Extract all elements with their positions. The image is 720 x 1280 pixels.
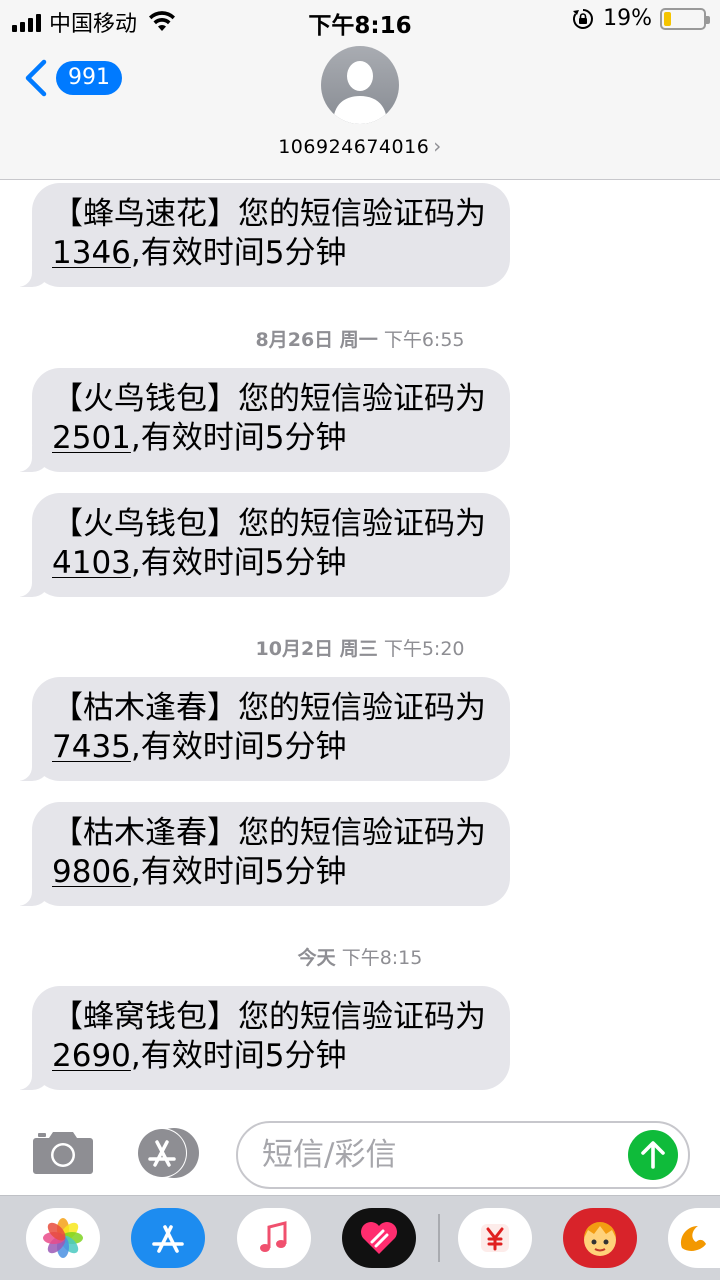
unread-count-badge: 991	[56, 61, 122, 95]
message-input[interactable]	[262, 1123, 622, 1187]
timestamp: 10月2日 周三 下午5:20	[0, 634, 720, 661]
message-text: 【蜂窝钱包】您的短信验证码为	[52, 999, 486, 1035]
camera-button[interactable]	[32, 1129, 94, 1175]
app-store-button[interactable]	[134, 1127, 200, 1179]
battery-icon	[660, 7, 710, 30]
timestamp-date: 8月26日 周一	[255, 329, 378, 351]
message-bubble[interactable]: 【蜂窝钱包】您的短信验证码为2690,有效时间5分钟	[6, 986, 510, 1090]
message-text: 【枯木逢春】您的短信验证码为	[52, 690, 486, 726]
timestamp-time: 下午8:15	[341, 947, 423, 969]
message-text: ,有效时间5分钟	[130, 854, 347, 890]
verification-code-link[interactable]: 1346	[52, 235, 131, 271]
imessage-app-drawer	[0, 1195, 720, 1280]
message-bubble[interactable]: 【蜂鸟速花】您的短信验证码为1346,有效时间5分钟	[6, 183, 510, 287]
message-input-field[interactable]	[236, 1121, 690, 1189]
message-text: 【枯木逢春】您的短信验证码为	[52, 815, 486, 851]
app-store-icon	[152, 1225, 184, 1253]
compose-bar	[0, 1111, 720, 1195]
digital-touch-app-button[interactable]	[342, 1208, 416, 1268]
timestamp-date: 10月2日 周三	[255, 638, 378, 660]
message-thread[interactable]: 【蜂鸟速花】您的短信验证码为1346,有效时间5分钟 8月26日 周一 下午6:…	[0, 181, 720, 1111]
uc-app-icon	[680, 1226, 706, 1251]
yen-app-icon	[481, 1224, 509, 1252]
uc-app-button[interactable]	[668, 1208, 720, 1268]
message-text: ,有效时间5分钟	[130, 235, 347, 271]
chevron-right-icon: ›	[433, 134, 442, 158]
sticker-app-button[interactable]	[563, 1208, 637, 1268]
send-button[interactable]	[628, 1130, 678, 1180]
rotation-lock-icon	[573, 8, 594, 29]
message-bubble[interactable]: 【枯木逢春】您的短信验证码为7435,有效时间5分钟	[6, 677, 510, 781]
back-button[interactable]: 991	[22, 58, 122, 98]
sticker-app-icon	[584, 1222, 616, 1256]
timestamp: 今天 下午8:15	[0, 943, 720, 970]
chevron-left-icon	[25, 59, 47, 97]
message-text: ,有效时间5分钟	[130, 729, 347, 765]
yen-app-button[interactable]	[458, 1208, 532, 1268]
arrow-up-icon	[641, 1141, 665, 1169]
contact-number: 106924674016	[278, 136, 430, 158]
app-store-app-button[interactable]	[131, 1208, 205, 1268]
verification-code-link[interactable]: 4103	[52, 545, 131, 581]
verification-code-link[interactable]: 2501	[52, 420, 131, 456]
message-text: 【火鸟钱包】您的短信验证码为	[52, 381, 486, 417]
message-text: 【火鸟钱包】您的短信验证码为	[52, 506, 486, 542]
timestamp: 8月26日 周一 下午6:55	[0, 325, 720, 352]
digital-touch-icon	[361, 1222, 397, 1254]
photos-icon	[43, 1218, 83, 1258]
timestamp-date: 今天	[297, 947, 336, 969]
photos-app-button[interactable]	[26, 1208, 100, 1268]
message-text: ,有效时间5分钟	[130, 420, 347, 456]
battery-level	[664, 11, 671, 26]
message-text: ,有效时间5分钟	[130, 545, 347, 581]
verification-code-link[interactable]: 9806	[52, 854, 131, 890]
timestamp-time: 下午5:20	[383, 638, 465, 660]
music-app-button[interactable]	[237, 1208, 311, 1268]
contact-name-row[interactable]: 106924674016 ›	[0, 134, 720, 158]
music-icon	[260, 1221, 287, 1252]
verification-code-link[interactable]: 2690	[52, 1038, 131, 1074]
message-bubble[interactable]: 【火鸟钱包】您的短信验证码为2501,有效时间5分钟	[6, 368, 510, 472]
message-bubble[interactable]: 【枯木逢春】您的短信验证码为9806,有效时间5分钟	[6, 802, 510, 906]
verification-code-link[interactable]: 7435	[52, 729, 131, 765]
conversation-header: 991 106924674016 ›	[0, 40, 720, 180]
status-right: 19%	[571, 6, 710, 31]
battery-percent: 19%	[603, 6, 652, 31]
drawer-separator	[438, 1214, 440, 1262]
contact-avatar[interactable]	[321, 46, 399, 124]
message-text: ,有效时间5分钟	[130, 1038, 347, 1074]
status-bar: 中国移动 下午8:16 19%	[0, 0, 720, 40]
message-text: 【蜂鸟速花】您的短信验证码为	[52, 196, 486, 232]
person-silhouette-icon	[333, 61, 387, 124]
message-bubble[interactable]: 【火鸟钱包】您的短信验证码为4103,有效时间5分钟	[6, 493, 510, 597]
timestamp-time: 下午6:55	[383, 329, 465, 351]
